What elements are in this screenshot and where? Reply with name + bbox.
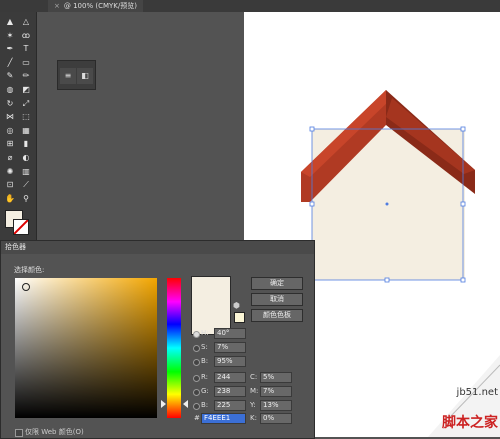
color-swatches-button[interactable]: 颜色色板 xyxy=(251,309,303,322)
yellow-field[interactable]: 13% xyxy=(260,400,292,411)
shape-builder-tool-icon[interactable]: ◎ xyxy=(3,125,17,137)
web-safe-color-swatch[interactable] xyxy=(234,312,245,323)
black-field[interactable]: 0% xyxy=(260,413,292,424)
hue-label: H: xyxy=(201,329,209,337)
dialog-title: 拾色器 xyxy=(5,243,26,251)
selection-handle xyxy=(309,126,315,132)
red-field[interactable]: 244 xyxy=(214,372,246,383)
line-tool-icon[interactable]: ╱ xyxy=(3,57,17,69)
blue-radio[interactable] xyxy=(193,403,200,410)
saturation-brightness-field[interactable] xyxy=(15,278,157,418)
stroke-swatch[interactable] xyxy=(13,219,29,235)
center-point xyxy=(385,202,389,206)
yellow-label: Y: xyxy=(250,401,256,409)
green-field[interactable]: 238 xyxy=(214,386,246,397)
cyan-label: C: xyxy=(250,373,258,381)
document-tab-title: @ 100% (CMYK/预览) xyxy=(63,2,137,10)
zoom-tool-icon[interactable]: ⚲ xyxy=(19,193,33,205)
width-tool-icon[interactable]: ⋈ xyxy=(3,111,17,123)
column-graph-tool-icon[interactable]: ▥ xyxy=(19,166,33,178)
watermark-name-text: 脚本之家 xyxy=(442,414,499,431)
collapsed-panel-group: ≡ ◧ xyxy=(57,60,96,90)
dialog-title-bar[interactable] xyxy=(1,241,314,254)
panel-menu-icon[interactable]: ≡ xyxy=(60,68,76,84)
ok-button[interactable]: 确定 xyxy=(251,277,303,290)
hex-field[interactable]: F4EEE1 xyxy=(201,413,246,424)
eyedropper-tool-icon[interactable]: ⌀ xyxy=(3,152,17,164)
eraser-tool-icon[interactable]: ◩ xyxy=(19,84,33,96)
black-label: K: xyxy=(250,414,257,422)
web-colors-only-checkbox[interactable] xyxy=(15,429,23,437)
artboard-tool-icon[interactable]: ⊡ xyxy=(3,179,17,191)
rectangle-tool-icon[interactable]: ▭ xyxy=(19,57,33,69)
web-colors-only-label: 仅限 Web 颜色(O) xyxy=(25,428,84,436)
blend-tool-icon[interactable]: ◐ xyxy=(19,152,33,164)
color-picker-dialog: 拾色器 选择颜色: ⬢ 确定 取消 颜色色板 H: 40° S: 7% B: 9… xyxy=(0,240,315,439)
close-tab-icon[interactable]: × xyxy=(54,2,60,10)
lasso-tool-icon[interactable]: ꝏ xyxy=(19,30,33,42)
hue-field[interactable]: 40° xyxy=(214,328,246,339)
magenta-field[interactable]: 7% xyxy=(260,386,292,397)
watermark-site-text: jb51.net xyxy=(456,387,499,398)
perspective-grid-tool-icon[interactable]: ▦ xyxy=(19,125,33,137)
selection-handle xyxy=(309,201,315,207)
hand-tool-icon[interactable]: ✋ xyxy=(3,193,17,205)
no-stroke-icon xyxy=(13,219,29,235)
web-safe-cube-icon[interactable]: ⬢ xyxy=(233,301,240,310)
panel-toggle-icon[interactable]: ◧ xyxy=(77,68,93,84)
saturation-label: S: xyxy=(201,343,208,351)
selection-handle xyxy=(460,201,466,207)
green-radio[interactable] xyxy=(193,389,200,396)
symbol-sprayer-tool-icon[interactable]: ✺ xyxy=(3,166,17,178)
blue-field[interactable]: 225 xyxy=(214,400,246,411)
hex-label: # xyxy=(194,414,200,422)
new-color-preview xyxy=(191,276,231,306)
hue-radio[interactable] xyxy=(193,331,200,338)
magenta-label: M: xyxy=(250,387,259,395)
saturation-field[interactable]: 7% xyxy=(214,342,246,353)
gradient-tool-icon[interactable]: ▮ xyxy=(19,138,33,150)
red-radio[interactable] xyxy=(193,375,200,382)
hue-slider-right-arrow-icon[interactable] xyxy=(183,400,188,408)
blue-label: B: xyxy=(201,401,209,409)
selection-tool-icon[interactable]: ▲ xyxy=(3,16,17,28)
paintbrush-tool-icon[interactable]: ✎ xyxy=(3,70,17,82)
pen-tool-icon[interactable]: ✒ xyxy=(3,43,17,55)
selection-handle xyxy=(460,277,466,283)
pencil-tool-icon[interactable]: ✏ xyxy=(19,70,33,82)
selection-handle xyxy=(384,277,390,283)
free-transform-tool-icon[interactable]: ⬚ xyxy=(19,111,33,123)
mesh-tool-icon[interactable]: ⊞ xyxy=(3,138,17,150)
color-field-cursor[interactable] xyxy=(22,283,30,291)
brightness-radio[interactable] xyxy=(193,359,200,366)
cyan-field[interactable]: 5% xyxy=(260,372,292,383)
select-color-label: 选择颜色: xyxy=(14,266,45,274)
hue-slider[interactable] xyxy=(167,278,181,418)
brightness-label: B: xyxy=(201,357,209,365)
rotate-tool-icon[interactable]: ↻ xyxy=(3,98,17,110)
site-watermark: jb51.net 脚本之家 xyxy=(428,355,500,437)
brightness-field[interactable]: 95% xyxy=(214,356,246,367)
cancel-button[interactable]: 取消 xyxy=(251,293,303,306)
document-tab[interactable]: × @ 100% (CMYK/预览) xyxy=(48,0,143,12)
scale-tool-icon[interactable]: ⤢ xyxy=(19,98,33,110)
magic-wand-tool-icon[interactable]: ✶ xyxy=(3,30,17,42)
blob-brush-tool-icon[interactable]: ◍ xyxy=(3,84,17,96)
green-label: G: xyxy=(201,387,209,395)
saturation-radio[interactable] xyxy=(193,345,200,352)
direct-selection-tool-icon[interactable]: △ xyxy=(19,16,33,28)
slice-tool-icon[interactable]: ⟋ xyxy=(19,179,33,191)
hue-slider-left-arrow-icon[interactable] xyxy=(161,400,166,408)
type-tool-icon[interactable]: T xyxy=(19,43,33,55)
red-label: R: xyxy=(201,373,209,381)
selection-handle xyxy=(460,126,466,132)
